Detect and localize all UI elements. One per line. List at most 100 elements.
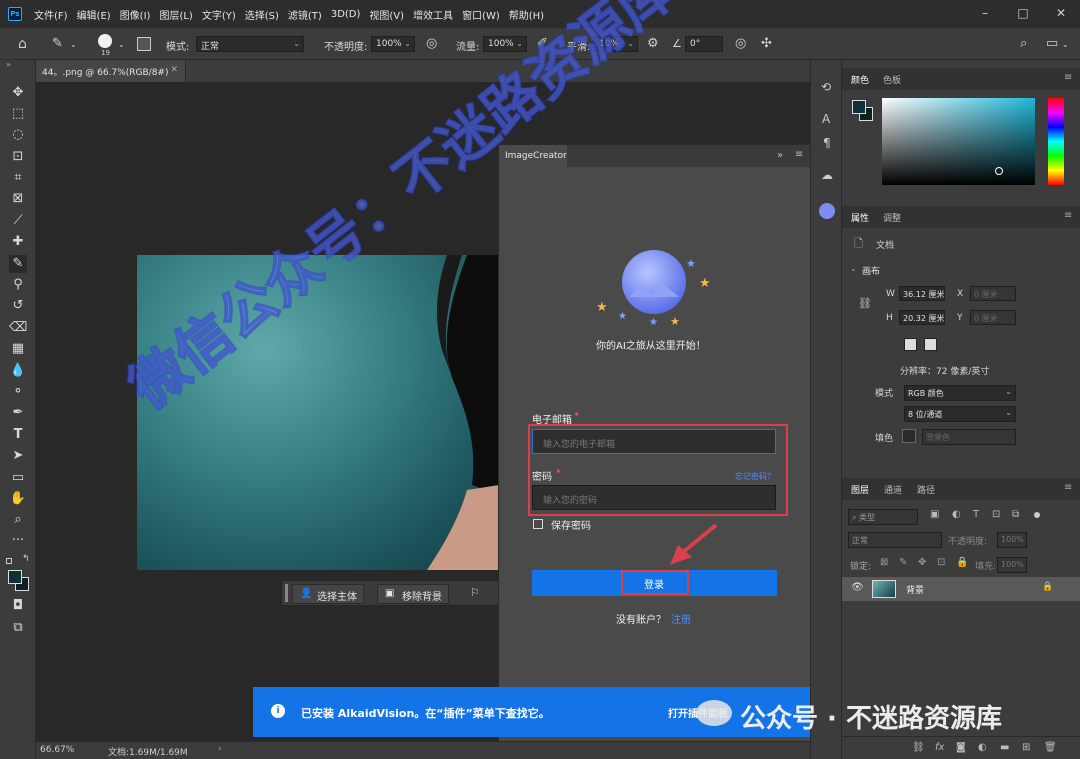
libraries-icon[interactable]: ☁ [821, 168, 833, 182]
filter-type-icon[interactable]: T [973, 509, 979, 520]
tab-swatches[interactable]: 色板 [883, 73, 901, 86]
filter-shape-icon[interactable]: ⊡ [992, 509, 1000, 520]
tab-adjustments[interactable]: 调整 [883, 211, 901, 224]
gear-icon[interactable]: ⚙ [647, 37, 659, 51]
menu-plugins[interactable]: 增效工具 [413, 7, 453, 22]
hue-slider[interactable] [1048, 98, 1064, 185]
color-field[interactable] [882, 98, 1035, 185]
collapse-icon[interactable]: » [777, 150, 783, 161]
lasso-tool-icon[interactable]: ◌ [9, 126, 27, 144]
fx-icon[interactable]: fx [935, 742, 944, 753]
close-icon[interactable]: ✕ [1054, 6, 1068, 20]
frame-tool-icon[interactable]: ⊠ [9, 190, 27, 208]
close-icon[interactable]: ✕ [170, 65, 178, 75]
default-colors-icon[interactable] [6, 558, 12, 564]
layer-fill-field[interactable]: 100% [997, 557, 1027, 573]
swap-colors-icon[interactable]: ↰ [22, 554, 30, 564]
adjustment-layer-icon[interactable]: ◐ [978, 742, 987, 753]
chevron-down-icon[interactable]: ⌄ [118, 38, 125, 52]
link-layers-icon[interactable]: ⛓ [912, 742, 925, 753]
tab-imagecreator[interactable]: ImageCreator [499, 145, 567, 167]
register-link[interactable]: 注册 [671, 611, 691, 626]
y-field[interactable]: 0 厘米 [970, 310, 1016, 325]
home-icon[interactable]: ⌂ [18, 37, 27, 51]
remember-checkbox[interactable] [533, 519, 543, 529]
dodge-tool-icon[interactable]: ⚬ [9, 383, 27, 401]
menu-select[interactable]: 选择(S) [245, 7, 279, 22]
filter-adjustment-icon[interactable]: ◐ [952, 509, 961, 520]
more-tools-icon[interactable]: ··· [9, 532, 27, 550]
path-selection-icon[interactable]: ➤ [9, 447, 27, 465]
landscape-orientation-icon[interactable] [924, 338, 937, 351]
zoom-level[interactable]: 66.67% [40, 745, 74, 755]
tab-channels[interactable]: 通道 [884, 483, 902, 496]
foreground-color[interactable] [8, 570, 22, 584]
imagecreator-icon[interactable] [819, 203, 835, 219]
marquee-tool-icon[interactable]: ⬚ [9, 105, 27, 123]
brush-tool-icon[interactable]: ✎ [52, 37, 63, 51]
panel-menu-icon[interactable]: ≡ [1064, 72, 1072, 83]
screen-mode-icon[interactable]: ⧉ [9, 619, 27, 637]
menu-edit[interactable]: 编辑(E) [77, 7, 111, 22]
workspace-icon[interactable]: ▭ [1046, 37, 1058, 51]
crop-tool-icon[interactable]: ⌗ [9, 169, 27, 187]
chevron-down-icon[interactable]: ⌄ [1062, 38, 1069, 52]
layer-filter-select[interactable]: ⌕ 类型 [848, 509, 918, 525]
layer-name[interactable]: 背景 [906, 583, 924, 596]
flow-select[interactable]: 100% ⌄ [483, 36, 527, 52]
smoothing-select[interactable]: 10% ⌄ [594, 36, 638, 52]
blur-tool-icon[interactable]: 💧 [9, 362, 27, 380]
menu-image[interactable]: 图像(I) [120, 7, 151, 22]
mode-select[interactable]: 正常 ⌄ [196, 36, 304, 52]
document-tab[interactable]: 44。.png @ 66.7%(RGB/8#) ✕ [36, 60, 186, 82]
chevron-down-icon[interactable]: ⌄ [70, 38, 77, 52]
remove-background-button[interactable]: ▣ 移除背景 [377, 584, 449, 604]
tab-layers[interactable]: 图层 [846, 478, 874, 500]
filter-smart-icon[interactable]: ⧉ [1012, 509, 1019, 520]
eraser-icon[interactable]: ⌫ [9, 319, 27, 337]
move-tool-icon[interactable]: ✥ [9, 84, 27, 102]
bit-depth-select[interactable]: 8 位/通道 ⌄ [904, 406, 1016, 422]
panel-menu-icon[interactable]: ≡ [1064, 482, 1072, 493]
drag-handle[interactable] [285, 584, 288, 602]
search-icon[interactable]: ⌕ [1020, 37, 1027, 51]
paragraph-icon[interactable]: ¶ [823, 136, 831, 150]
pressure-opacity-icon[interactable]: ◎ [426, 37, 437, 51]
menu-3d[interactable]: 3D(D) [331, 9, 361, 20]
fill-swatch[interactable] [902, 429, 916, 443]
tab-properties[interactable]: 属性 [846, 206, 874, 228]
tab-color[interactable]: 颜色 [846, 68, 874, 90]
opacity-select[interactable]: 100% ⌄ [371, 36, 415, 52]
history-icon[interactable]: ⟲ [821, 80, 831, 94]
link-icon[interactable]: ⛓ [858, 297, 872, 310]
quick-mask-icon[interactable]: ◘ [9, 597, 27, 615]
rectangle-tool-icon[interactable]: ▭ [9, 469, 27, 487]
pen-tool-icon[interactable]: ✒ [9, 404, 27, 422]
brush-preset-icon[interactable] [98, 34, 112, 48]
layer-row-background[interactable]: 👁 背景 🔒 [842, 577, 1080, 601]
type-tool-icon[interactable]: T [9, 426, 27, 444]
zoom-tool-icon[interactable]: ⌕ [9, 511, 27, 529]
menu-type[interactable]: 文字(Y) [202, 7, 236, 22]
eyedropper-icon[interactable]: ⟋ [9, 212, 27, 230]
width-field[interactable]: 36.12 厘米 [899, 286, 945, 301]
angle-input[interactable]: 0° [685, 36, 723, 52]
brush-tool-icon[interactable]: ✎ [9, 255, 27, 273]
chevron-right-icon[interactable]: › [218, 744, 222, 754]
character-icon[interactable]: A [822, 112, 830, 126]
eye-icon[interactable]: 👁 [851, 582, 864, 593]
select-subject-button[interactable]: 👤 选择主体 [292, 584, 364, 604]
object-selection-icon[interactable]: ⊡ [9, 148, 27, 166]
document-image[interactable] [137, 255, 499, 570]
tab-paths[interactable]: 路径 [917, 483, 935, 496]
trash-icon[interactable]: 🗑 [1044, 742, 1057, 753]
lock-position-icon[interactable]: ✥ [918, 557, 926, 568]
menu-view[interactable]: 视图(V) [369, 7, 404, 22]
filter-image-icon[interactable]: ▣ [930, 509, 939, 520]
panel-menu-icon[interactable]: ≡ [1064, 210, 1072, 221]
foreground-swatch[interactable] [852, 100, 866, 114]
blend-mode-select[interactable]: 正常 [848, 532, 942, 548]
color-picker-handle[interactable] [995, 167, 1003, 175]
fill-select[interactable]: 背景色 [922, 429, 1016, 445]
portrait-orientation-icon[interactable] [904, 338, 917, 351]
